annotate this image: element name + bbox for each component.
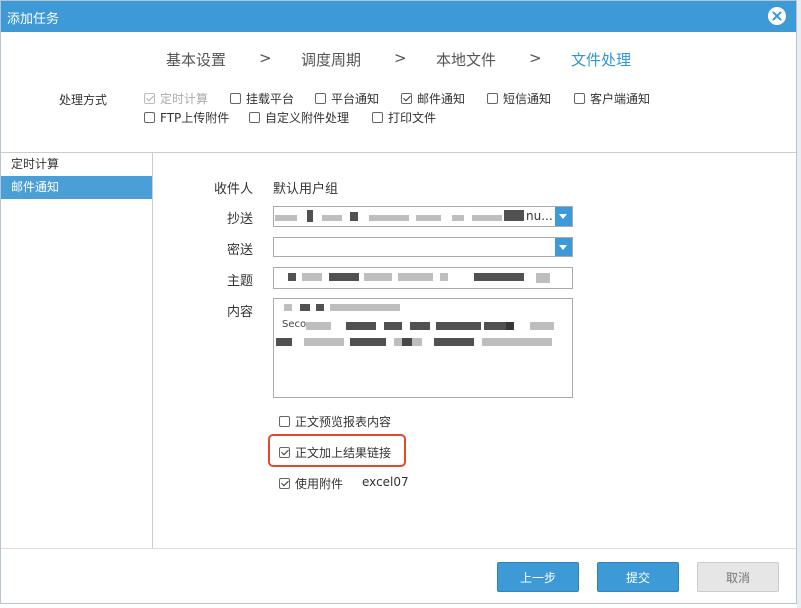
option-scheduled-compute: 定时计算 — [144, 90, 208, 107]
bcc-label: 密送 — [226, 243, 253, 258]
option-custom-attachment[interactable]: 自定义附件处理 — [249, 109, 349, 126]
cancel-button[interactable]: 取消 — [697, 562, 779, 592]
sidebar-item-email-notify[interactable]: 邮件通知 — [1, 176, 152, 199]
add-task-dialog: 添加任务 基本设置 > 调度周期 > 本地文件 > 文件处理 处理方式 定时计算… — [0, 0, 797, 604]
option-use-attachment[interactable]: 使用附件 — [279, 475, 343, 492]
checkbox[interactable] — [249, 112, 260, 123]
recipient-value: 默认用户组 — [273, 182, 339, 197]
footer-divider — [1, 548, 796, 549]
checkbox — [144, 93, 155, 104]
step-file-processing[interactable]: 文件处理 — [571, 49, 631, 70]
prev-step-button[interactable]: 上一步 — [497, 562, 579, 592]
option-label: 客户端通知 — [590, 92, 651, 106]
option-platform-notify[interactable]: 平台通知 — [315, 90, 379, 107]
option-mount-platform[interactable]: 挂载平台 — [230, 90, 294, 107]
step-separator: > — [529, 49, 542, 67]
step-schedule[interactable]: 调度周期 — [301, 49, 361, 70]
subject-input[interactable] — [273, 267, 573, 289]
step-basic-settings[interactable]: 基本设置 — [166, 49, 226, 70]
cc-select[interactable]: nu... — [273, 206, 573, 227]
option-label: FTP上传附件 — [160, 111, 230, 125]
option-label: 使用附件 — [295, 477, 344, 491]
option-label: 打印文件 — [388, 111, 437, 125]
checkbox[interactable] — [401, 93, 412, 104]
subject-label: 主题 — [226, 274, 253, 289]
step-local-file[interactable]: 本地文件 — [436, 49, 496, 70]
title-bar: 添加任务 — [1, 1, 796, 32]
bcc-select[interactable] — [273, 237, 573, 257]
submit-button[interactable]: 提交 — [597, 562, 679, 592]
step-separator: > — [394, 49, 407, 67]
content-text-fragment: Seco — [282, 319, 307, 330]
content-label: 内容 — [226, 305, 253, 320]
option-label: 自定义附件处理 — [265, 111, 350, 125]
checkbox[interactable] — [574, 93, 585, 104]
checkbox[interactable] — [230, 93, 241, 104]
checkbox[interactable] — [279, 478, 290, 489]
option-email-notify[interactable]: 邮件通知 — [401, 90, 465, 107]
checkbox[interactable] — [144, 112, 155, 123]
option-sms-notify[interactable]: 短信通知 — [487, 90, 551, 107]
close-button[interactable] — [768, 7, 786, 25]
checkbox[interactable] — [279, 416, 290, 427]
option-label: 平台通知 — [331, 92, 380, 106]
cc-label: 抄送 — [226, 212, 253, 227]
cc-value-text: nu... — [526, 209, 553, 223]
option-label: 挂载平台 — [246, 92, 295, 106]
checkbox[interactable] — [487, 93, 498, 104]
option-client-notify[interactable]: 客户端通知 — [574, 90, 650, 107]
checkbox[interactable] — [372, 112, 383, 123]
step-separator: > — [259, 49, 272, 67]
recipient-label: 收件人 — [213, 182, 253, 197]
attachment-format[interactable]: excel07 — [362, 475, 409, 489]
background-window-edge — [797, 0, 801, 608]
option-label: 邮件通知 — [417, 92, 466, 106]
sidebar-item-scheduled-compute[interactable]: 定时计算 — [1, 153, 152, 176]
option-print-file[interactable]: 打印文件 — [372, 109, 436, 126]
checkbox[interactable] — [315, 93, 326, 104]
option-label: 短信通知 — [503, 92, 552, 106]
dialog-title: 添加任务 — [7, 12, 60, 27]
option-preview-report-content[interactable]: 正文预览报表内容 — [279, 413, 391, 430]
close-icon — [772, 11, 782, 21]
step-breadcrumb: 基本设置 > 调度周期 > 本地文件 > 文件处理 — [1, 49, 796, 69]
content-textarea[interactable]: Seco — [273, 298, 573, 398]
option-ftp-upload[interactable]: FTP上传附件 — [144, 109, 229, 126]
chevron-down-icon[interactable] — [555, 238, 572, 256]
highlight-box — [268, 434, 406, 467]
chevron-down-icon[interactable] — [555, 207, 572, 226]
processing-method-label: 处理方式 — [59, 93, 108, 107]
sidebar: 定时计算 邮件通知 — [1, 153, 153, 548]
option-label: 正文预览报表内容 — [295, 415, 392, 429]
option-label: 定时计算 — [160, 92, 209, 106]
